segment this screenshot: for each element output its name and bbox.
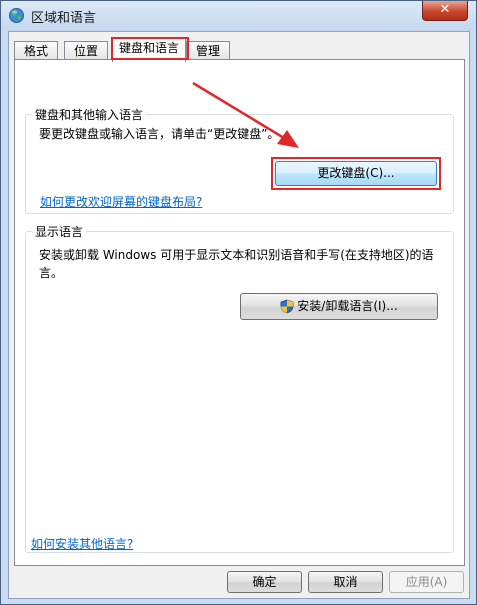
ok-button[interactable]: 确定 bbox=[227, 571, 302, 593]
apply-button[interactable]: 应用(A) bbox=[389, 571, 464, 593]
title-bar[interactable]: 区域和语言 ✕ bbox=[1, 1, 476, 31]
cancel-button[interactable]: 取消 bbox=[308, 571, 383, 593]
window-title: 区域和语言 bbox=[31, 11, 97, 26]
display-language-group-label: 显示语言 bbox=[32, 223, 87, 240]
dialog-client-area: 格式 位置 键盘和语言 管理 键盘和其他输入语言 要更改键盘或输入语言，请单击“… bbox=[8, 31, 470, 599]
install-uninstall-languages-label: 安装/卸载语言(I)... bbox=[297, 299, 398, 313]
close-icon: ✕ bbox=[439, 2, 451, 17]
globe-icon bbox=[9, 8, 24, 23]
keyboard-group-label: 键盘和其他输入语言 bbox=[32, 106, 147, 123]
tab-keyboards-languages[interactable]: 键盘和语言 bbox=[112, 38, 186, 62]
tab-format[interactable]: 格式 bbox=[14, 41, 58, 61]
uac-shield-icon bbox=[280, 299, 294, 314]
close-button[interactable]: ✕ bbox=[422, 1, 468, 21]
tab-page-keyboards: 键盘和其他输入语言 要更改键盘或输入语言，请单击“更改键盘”。 更改键盘(C).… bbox=[14, 59, 465, 566]
display-language-description-line2: 言。 bbox=[39, 266, 64, 280]
display-language-description-line1: 安装或卸载 Windows 可用于显示文本和识别语音和手写(在支持地区)的语 bbox=[39, 248, 434, 262]
keyboard-description: 要更改键盘或输入语言，请单击“更改键盘”。 bbox=[39, 127, 280, 141]
change-keyboards-button[interactable]: 更改键盘(C)... bbox=[275, 161, 437, 186]
tab-location[interactable]: 位置 bbox=[64, 41, 108, 61]
welcome-screen-keyboard-link[interactable]: 如何更改欢迎屏幕的键盘布局? bbox=[40, 193, 202, 210]
install-uninstall-languages-button[interactable]: 安装/卸载语言(I)... bbox=[240, 293, 438, 320]
tab-administrative[interactable]: 管理 bbox=[186, 41, 230, 61]
install-other-languages-link[interactable]: 如何安装其他语言? bbox=[31, 535, 133, 552]
region-language-dialog: 区域和语言 ✕ 格式 位置 键盘和语言 管理 键盘和其他输入语言 要更改键盘或输… bbox=[0, 0, 477, 605]
display-language-group bbox=[25, 231, 454, 553]
